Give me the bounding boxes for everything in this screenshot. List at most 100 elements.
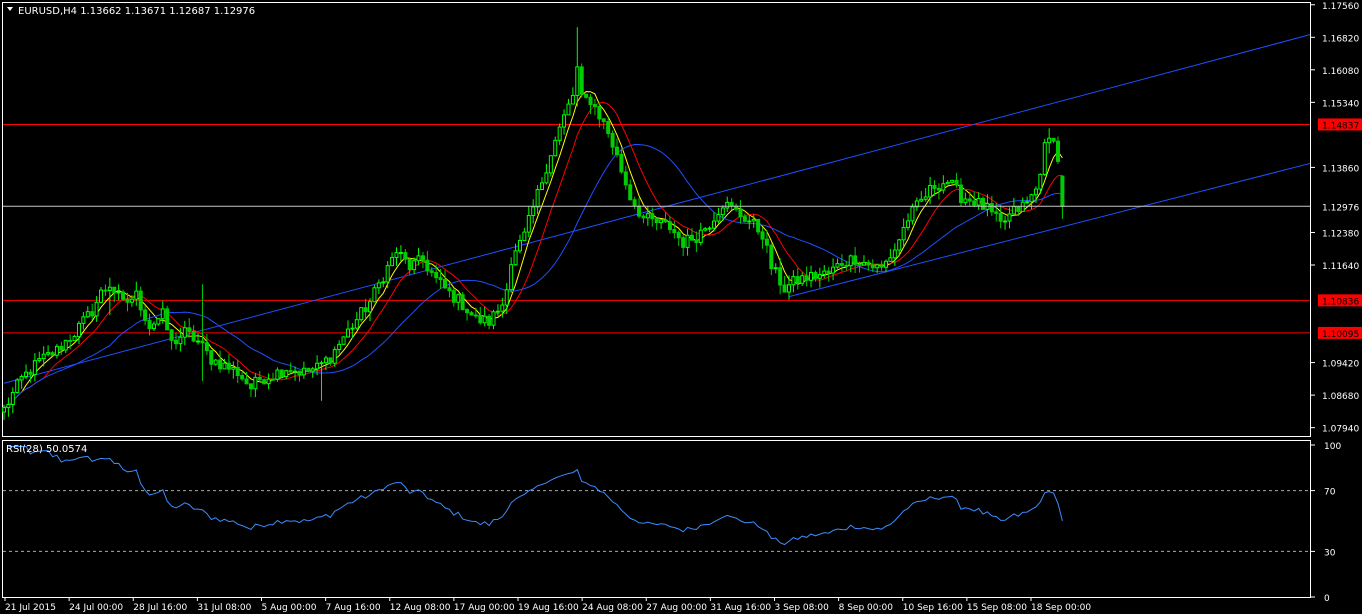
candle-body: [271, 378, 276, 381]
price-axis[interactable]: 1.17560 1.16820 1.16080 1.15340 1.13860 1.123…: [1310, 2, 1359, 435]
candle-body: [822, 270, 827, 275]
candle-body: [248, 383, 253, 390]
time-tick-label: 12 Aug 08:00: [390, 603, 451, 613]
candle-body: [1060, 175, 1065, 207]
candle-body: [557, 126, 562, 141]
time-tick-label: 8 Sep 00:00: [839, 603, 894, 613]
candle-body: [328, 357, 333, 364]
candle-body: [504, 289, 509, 306]
time-tick-label: 5 Aug 00:00: [262, 603, 317, 613]
rsi-tick-label: 70: [1324, 488, 1336, 498]
candle-body: [240, 375, 245, 380]
candle-body: [196, 340, 201, 343]
candle-body: [650, 213, 655, 220]
candle-body: [676, 232, 681, 239]
candle-body: [800, 275, 805, 284]
candle-body: [729, 201, 734, 207]
candle-body: [548, 155, 553, 174]
candle-body: [870, 264, 875, 269]
candle-body: [482, 315, 487, 324]
time-tick-label: 10 Sep 16:00: [903, 603, 963, 613]
candle-body: [15, 379, 20, 393]
price-tick-label: 1.12380: [1322, 229, 1359, 239]
candle-body: [544, 172, 549, 184]
candle-body: [310, 368, 315, 372]
candle-body: [614, 146, 619, 155]
candle-body: [764, 238, 769, 246]
candle-body: [19, 375, 24, 381]
candle-body: [204, 342, 209, 352]
time-tick-label: 21 Jul 2015: [5, 603, 56, 613]
candle-body: [892, 249, 897, 259]
candle-body: [826, 270, 831, 274]
candle-body: [319, 362, 324, 365]
candle-body: [222, 362, 227, 370]
candle-body: [138, 290, 143, 311]
time-tick-label: 24 Jul 00:00: [69, 603, 123, 613]
rsi-tick-label: 0: [1324, 594, 1330, 604]
candle-body: [103, 289, 108, 292]
time-tick-label: 15 Sep 08:00: [967, 603, 1027, 613]
chart-canvas[interactable]: 1.148371.108361.10095 1.12976 1.175601.1…: [0, 0, 1362, 614]
candle-body: [447, 287, 452, 292]
candle-body: [540, 182, 545, 190]
candle-body: [456, 294, 461, 303]
candle-body: [465, 309, 470, 314]
candle-body: [37, 358, 42, 362]
candle-body: [685, 234, 690, 248]
candle-body: [178, 336, 183, 345]
candle-body: [998, 212, 1003, 222]
candle-body: [99, 289, 104, 303]
candle-body: [173, 339, 178, 345]
candle-body: [301, 367, 306, 376]
candle-body: [994, 211, 999, 214]
candle-body: [606, 121, 611, 134]
candle-body: [989, 203, 994, 213]
candle-body: [46, 352, 51, 355]
candle-body: [288, 370, 293, 373]
candle-body: [667, 221, 672, 231]
candle-body: [866, 261, 871, 266]
candle-body: [517, 239, 522, 252]
time-tick-label: 31 Aug 16:00: [710, 603, 771, 613]
candle-body: [143, 309, 148, 321]
candle-body: [923, 196, 928, 200]
candle-body: [381, 281, 386, 284]
candle-body: [1055, 140, 1060, 162]
candle-body: [839, 263, 844, 266]
candle-body: [420, 255, 425, 261]
candle-body: [932, 184, 937, 189]
candle-body: [645, 213, 650, 219]
candle-body: [588, 96, 593, 106]
candle-body: [32, 360, 37, 375]
candle-body: [672, 229, 677, 234]
candle-body: [720, 207, 725, 216]
candle-body: [275, 369, 280, 380]
candle-body: [451, 290, 456, 303]
candle-body: [1047, 137, 1052, 144]
candle-body: [742, 216, 747, 222]
candle-body: [641, 215, 646, 219]
candle-body: [332, 349, 337, 364]
time-tick-label: 28 Jul 16:00: [133, 603, 187, 613]
candle-body: [725, 201, 730, 209]
price-tick-label: 1.15340: [1322, 99, 1359, 109]
candle-body: [963, 198, 968, 204]
candle-body: [817, 273, 822, 279]
candle-body: [213, 359, 218, 365]
time-axis[interactable]: 21 Jul 2015 24 Jul 00:00 28 Jul 16:00 31 Ju…: [4, 597, 1091, 613]
candle-body: [888, 257, 893, 262]
candle-body: [928, 184, 933, 198]
candle-body: [597, 105, 602, 120]
candle-body: [1033, 188, 1038, 196]
candle-body: [10, 391, 15, 406]
candle-body: [398, 251, 403, 254]
candle-body: [707, 227, 712, 230]
candle-body: [941, 183, 946, 191]
time-tick-label: 17 Aug 00:00: [454, 603, 515, 613]
candle-body: [579, 66, 584, 95]
price-tick-label: 1.16820: [1322, 34, 1359, 44]
candle-body: [592, 104, 597, 107]
candle-body: [778, 267, 783, 286]
candle-body: [390, 256, 395, 267]
